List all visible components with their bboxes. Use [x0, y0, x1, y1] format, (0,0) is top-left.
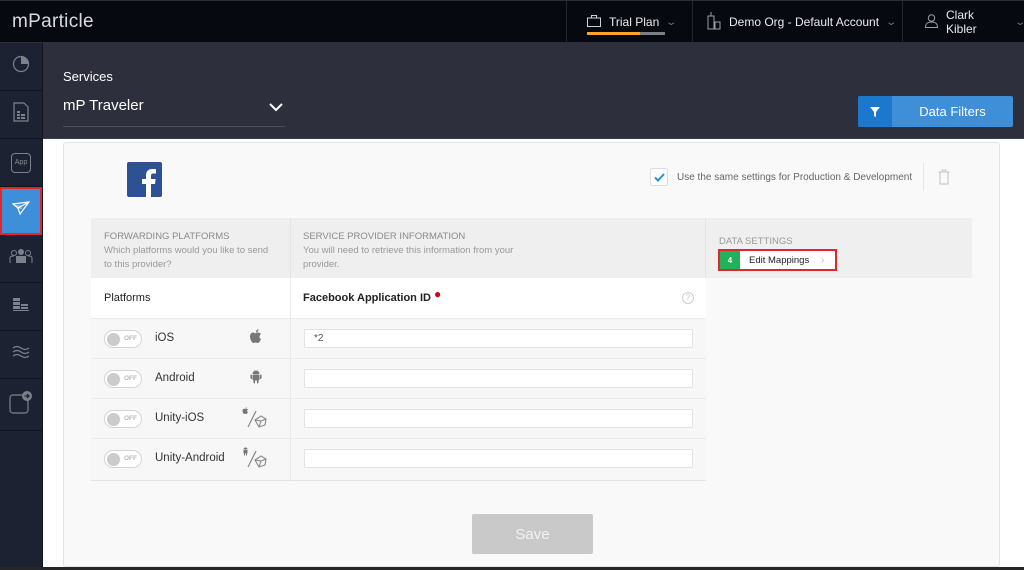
toggle-state: OFF	[124, 335, 137, 342]
org-account-menu[interactable]: Demo Org - Default Account ⌄	[692, 1, 902, 43]
app-id-column-label: Facebook Application ID ● ?	[291, 278, 706, 318]
plan-usage-bar	[587, 32, 665, 35]
android-icon	[250, 369, 262, 389]
services-header: Services mP Traveler Data Filters	[43, 43, 1024, 139]
briefcase-icon	[587, 14, 601, 30]
chevron-right-icon: ›	[821, 254, 825, 266]
org-account-label: Demo Org - Default Account	[729, 15, 880, 29]
same-settings-option[interactable]: Use the same settings for Production & D…	[650, 168, 912, 186]
toggle-state: OFF	[124, 455, 137, 462]
provider-info-header: SERVICE PROVIDER INFORMATION You will ne…	[303, 230, 523, 272]
same-settings-label: Use the same settings for Production & D…	[677, 171, 913, 183]
forwarding-platforms-header: FORWARDING PLATFORMS Which platforms wou…	[104, 230, 274, 272]
platform-name: Unity-Android	[155, 452, 225, 464]
sidebar-item-data-master[interactable]	[0, 283, 42, 331]
top-bar: mParticle Trial Plan ⌄ Demo Org - Defaul…	[0, 0, 1024, 43]
trial-plan-label: Trial Plan	[609, 15, 660, 29]
toggle-state: OFF	[124, 375, 137, 382]
unity-android-toggle[interactable]: OFF	[104, 450, 142, 468]
filter-icon	[858, 96, 892, 127]
help-icon[interactable]: ?	[682, 292, 694, 304]
app-icon: App	[11, 152, 31, 173]
app-id-field-label: Facebook Application ID	[303, 292, 431, 304]
sidebar: App	[0, 43, 43, 570]
delete-button[interactable]	[938, 169, 950, 190]
platform-row-unity-ios: OFF Unity-iOS	[91, 398, 706, 438]
divider	[705, 218, 706, 278]
trial-plan-menu[interactable]: Trial Plan ⌄	[566, 1, 692, 43]
building-icon	[707, 11, 721, 33]
user-menu[interactable]: Clark Kibler ⌄	[902, 1, 1024, 43]
forwarding-desc: Which platforms would you like to send t…	[104, 245, 269, 270]
platform-row-unity-android: OFF Unity-Android	[91, 438, 706, 478]
divider	[290, 218, 291, 278]
sidebar-item-live-stream[interactable]	[0, 331, 42, 379]
provider-info-desc: You will need to retrieve this informati…	[303, 245, 514, 270]
service-select[interactable]: mP Traveler	[63, 97, 285, 127]
divider	[923, 163, 924, 191]
chevron-down-icon: ⌄	[885, 16, 898, 28]
toggle-state: OFF	[124, 415, 137, 422]
android-unity-icon	[242, 447, 268, 474]
users-icon	[9, 248, 33, 269]
apple-unity-icon	[242, 407, 268, 434]
same-settings-checkbox[interactable]	[650, 168, 668, 186]
trash-icon	[938, 169, 950, 189]
unity-ios-app-id-input[interactable]	[304, 409, 693, 428]
pie-chart-icon	[12, 55, 30, 78]
ios-toggle[interactable]: OFF	[104, 330, 142, 348]
ios-app-id-input[interactable]: *2	[304, 329, 693, 348]
paper-plane-icon	[11, 201, 31, 220]
facebook-logo-icon	[127, 162, 162, 197]
platform-name: iOS	[155, 332, 175, 344]
platforms-table: Platforms Facebook Application ID ● ? OFF…	[91, 278, 706, 481]
unity-android-app-id-input[interactable]	[304, 449, 693, 468]
save-button[interactable]: Save	[472, 514, 593, 554]
content-area: Use the same settings for Production & D…	[43, 139, 1024, 567]
sidebar-item-outputs[interactable]	[0, 379, 42, 431]
service-select-value: mP Traveler	[63, 97, 144, 114]
platform-row-ios: OFF iOS *2	[91, 318, 706, 358]
edit-mappings-button[interactable]: 4 Edit Mappings ›	[718, 249, 837, 271]
sidebar-item-activity[interactable]	[0, 43, 42, 91]
bars-icon	[12, 296, 30, 317]
required-indicator: ●	[433, 287, 442, 301]
data-settings-title: DATA SETTINGS	[719, 236, 793, 247]
export-icon	[9, 390, 33, 419]
sidebar-item-directory[interactable]	[0, 187, 42, 235]
android-toggle[interactable]: OFF	[104, 370, 142, 388]
platform-name: Android	[155, 372, 195, 384]
facebook-config-card: Use the same settings for Production & D…	[63, 142, 1000, 567]
edit-mappings-label: Edit Mappings	[749, 254, 810, 266]
sidebar-item-audience[interactable]	[0, 235, 42, 283]
mparticle-logo[interactable]: mParticle	[12, 11, 94, 33]
plan-usage-fill	[587, 32, 641, 35]
unity-ios-toggle[interactable]: OFF	[104, 410, 142, 428]
platforms-column-label: Platforms	[91, 278, 290, 318]
waves-icon	[12, 345, 30, 364]
android-app-id-input[interactable]	[304, 369, 693, 388]
sidebar-item-app[interactable]: App	[0, 139, 42, 187]
user-name: Clark Kibler	[946, 8, 977, 36]
document-report-icon	[13, 102, 29, 127]
config-table-header: FORWARDING PLATFORMS Which platforms wou…	[91, 218, 972, 278]
chevron-down-icon	[269, 99, 283, 117]
user-icon	[924, 13, 939, 31]
data-filters-button[interactable]: Data Filters	[858, 96, 1013, 127]
mappings-count-badge: 4	[720, 251, 740, 269]
platforms-header-text: Platforms	[104, 292, 151, 304]
forwarding-title: FORWARDING PLATFORMS	[104, 231, 230, 242]
chevron-down-icon: ⌄	[1014, 17, 1024, 28]
sidebar-item-reports[interactable]	[0, 91, 42, 139]
services-label: Services	[63, 69, 113, 84]
platform-name: Unity-iOS	[155, 412, 205, 424]
provider-info-title: SERVICE PROVIDER INFORMATION	[303, 231, 466, 242]
platform-row-android: OFF Android	[91, 358, 706, 398]
data-filters-label: Data Filters	[919, 104, 986, 119]
chevron-down-icon: ⌄	[665, 16, 678, 28]
apple-icon	[249, 329, 262, 349]
